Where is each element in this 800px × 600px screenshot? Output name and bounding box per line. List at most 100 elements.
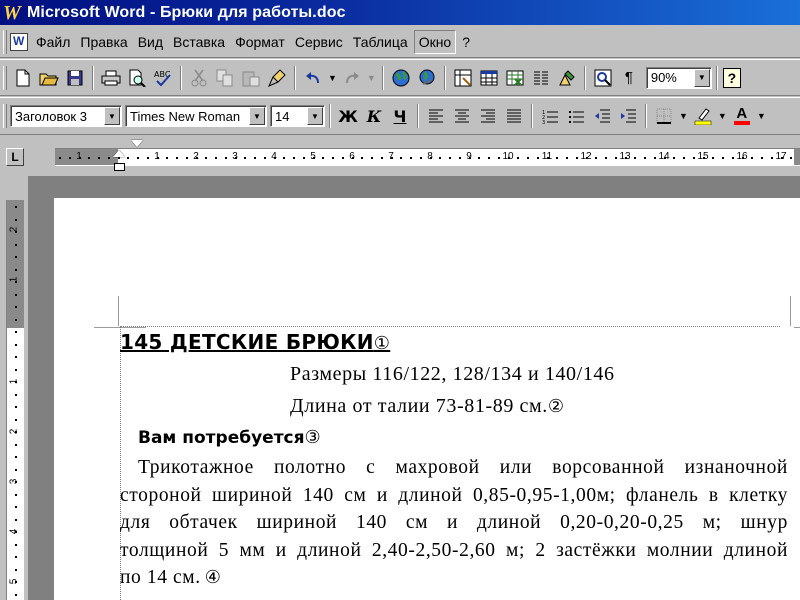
new-icon[interactable]	[11, 66, 35, 90]
font-size-dropdown-arrow[interactable]: ▼	[307, 107, 323, 125]
paragraph-word: м;	[506, 539, 525, 561]
show-hide-icon[interactable]: ¶	[617, 66, 641, 90]
undo-icon[interactable]	[301, 66, 325, 90]
hyperlink-icon[interactable]	[415, 66, 439, 90]
paragraph-word: в	[708, 484, 719, 506]
toolbar-grip[interactable]	[3, 104, 7, 128]
menu-insert[interactable]: Вставка	[169, 31, 229, 53]
vertical-ruler-number: 2	[8, 428, 20, 435]
ruler-tick	[761, 157, 763, 159]
undo-dropdown-arrow[interactable]: ▼	[328, 73, 337, 83]
drawing-icon[interactable]	[555, 66, 579, 90]
ruler-tick	[692, 157, 695, 159]
ruler-tick	[731, 157, 734, 159]
decrease-indent-icon[interactable]	[590, 104, 614, 128]
save-icon[interactable]	[63, 66, 87, 90]
vertical-ruler-tick	[15, 431, 17, 433]
redo-dropdown-arrow[interactable]: ▼	[367, 73, 376, 83]
paragraph-word: стороной	[120, 484, 202, 506]
ruler-tick	[410, 157, 412, 159]
ruler-tick	[439, 157, 442, 159]
vertical-ruler[interactable]: 2 1 1 2 3 4 5	[6, 200, 24, 600]
align-left-icon[interactable]	[424, 104, 448, 128]
justify-icon[interactable]	[502, 104, 526, 128]
ruler-tick	[371, 157, 373, 159]
menu-grip[interactable]	[3, 29, 7, 54]
vertical-ruler-tick	[15, 231, 17, 233]
copy-icon[interactable]	[213, 66, 237, 90]
paragraph-word: полотно	[274, 457, 347, 478]
document-icon[interactable]	[10, 32, 28, 51]
menu-file[interactable]: Файл	[32, 31, 74, 53]
ruler-tick	[146, 157, 149, 159]
vertical-ruler-number: 1	[8, 378, 20, 385]
cut-icon[interactable]	[187, 66, 211, 90]
ruler-tick	[332, 157, 334, 159]
help-icon[interactable]: ?	[722, 67, 741, 88]
italic-button[interactable]: К	[362, 104, 386, 128]
font-dropdown-arrow[interactable]: ▼	[249, 107, 265, 125]
paragraph-line: стороной шириной 140 см и длиной 0,85-0,95-1,0…	[120, 482, 788, 510]
print-preview-icon[interactable]	[125, 66, 149, 90]
vertical-ruler-tick	[15, 306, 17, 308]
first-line-indent-marker[interactable]	[131, 140, 143, 147]
ruler-tick	[107, 157, 110, 159]
toolbar-grip[interactable]	[3, 65, 7, 90]
vertical-ruler-number: 1	[8, 276, 20, 283]
ruler-tick	[224, 157, 227, 159]
highlight-dropdown-arrow[interactable]: ▼	[718, 111, 727, 121]
paste-icon[interactable]	[239, 66, 263, 90]
font-color-dropdown-arrow[interactable]: ▼	[757, 111, 766, 121]
redo-icon[interactable]	[340, 66, 364, 90]
materials-heading-text: Вам потребуется	[138, 428, 305, 448]
menu-window[interactable]: Окно	[413, 29, 457, 54]
document-map-icon[interactable]	[591, 66, 615, 90]
font-color-icon[interactable]: А	[730, 104, 754, 128]
zoom-dropdown-arrow[interactable]: ▼	[693, 68, 710, 87]
vertical-ruler-tick	[15, 356, 17, 358]
paragraph-word: длиной	[297, 539, 362, 561]
open-icon[interactable]	[37, 66, 61, 90]
style-select[interactable]: Заголовок 3 ▼	[10, 105, 122, 127]
font-color-label: А	[736, 105, 748, 122]
zoom-select[interactable]: 90% ▼	[645, 66, 712, 89]
horizontal-ruler[interactable]: 11234567891011121314151617	[55, 148, 800, 166]
bold-button[interactable]: Ж	[336, 104, 360, 128]
materials-paragraph: Трикотажное полотно с махровой или ворсованно…	[120, 454, 788, 564]
ruler-tick	[458, 157, 461, 159]
word-icon[interactable]: W	[3, 3, 23, 23]
align-right-icon[interactable]	[476, 104, 500, 128]
insert-table-icon[interactable]	[477, 66, 501, 90]
borders-dropdown-arrow[interactable]: ▼	[679, 111, 688, 121]
underline-button[interactable]: Ч	[388, 104, 412, 128]
paragraph-word: клетку	[729, 484, 788, 506]
font-select[interactable]: Times New Roman ▼	[125, 105, 267, 127]
document-body[interactable]: 145 ДЕТСКИЕ БРЮКИ① Размеры 116/122, 128/…	[28, 176, 800, 600]
align-center-icon[interactable]	[450, 104, 474, 128]
columns-icon[interactable]	[529, 66, 553, 90]
numbered-list-icon[interactable]: 123	[538, 104, 562, 128]
insert-excel-icon[interactable]	[503, 66, 527, 90]
print-icon[interactable]	[99, 66, 123, 90]
ruler-tick	[517, 157, 520, 159]
spellcheck-icon[interactable]: ABC	[151, 66, 175, 90]
borders-icon[interactable]	[652, 104, 676, 128]
menu-edit[interactable]: Правка	[76, 31, 131, 53]
menu-tools[interactable]: Сервис	[291, 31, 347, 53]
menu-view[interactable]: Вид	[134, 31, 167, 53]
bulleted-list-icon[interactable]	[564, 104, 588, 128]
paragraph-word: и	[275, 539, 287, 561]
style-dropdown-arrow[interactable]: ▼	[104, 107, 120, 125]
increase-indent-icon[interactable]	[616, 104, 640, 128]
menu-format[interactable]: Формат	[231, 31, 289, 53]
menu-help[interactable]: ?	[458, 31, 474, 53]
tab-selector[interactable]: L	[6, 148, 24, 166]
highlight-icon[interactable]	[691, 104, 715, 128]
web-toolbar-icon[interactable]	[389, 66, 413, 90]
format-painter-icon[interactable]	[265, 66, 289, 90]
tables-borders-icon[interactable]	[451, 66, 475, 90]
hanging-indent-marker[interactable]	[113, 150, 125, 157]
menu-table[interactable]: Таблица	[349, 31, 412, 53]
font-size-select[interactable]: 14 ▼	[270, 105, 325, 127]
left-indent-marker[interactable]	[114, 163, 125, 171]
